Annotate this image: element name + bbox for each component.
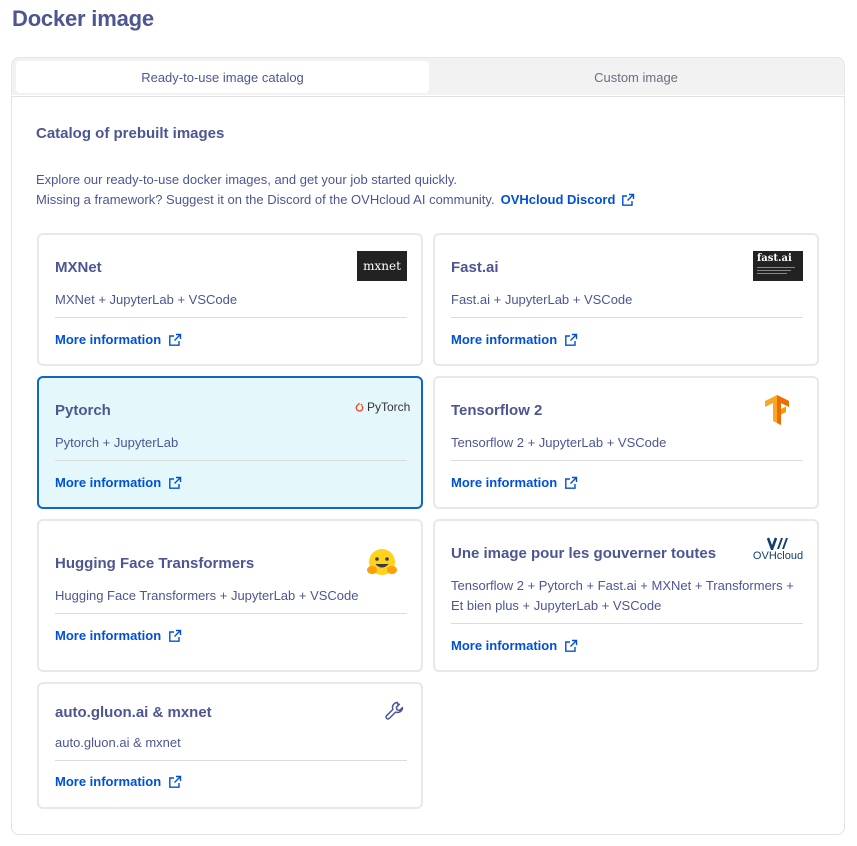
external-link-icon	[565, 333, 578, 346]
more-information-label: More information	[55, 475, 162, 490]
tagline-line	[757, 267, 795, 268]
pytorch-flame-icon	[355, 402, 364, 412]
card-description: MXNet + JupyterLab + VSCode	[55, 292, 238, 307]
image-card-all-in-one[interactable]: Une image pour les gouverner toutes OVHc…	[433, 519, 819, 672]
wrench-icon	[385, 701, 404, 720]
external-link-icon	[622, 193, 635, 206]
more-information-label: More information	[55, 774, 162, 789]
external-link-icon	[169, 476, 182, 489]
more-information-label: More information	[55, 332, 162, 347]
more-information-link[interactable]: More information	[55, 774, 182, 789]
external-link-icon	[169, 333, 182, 346]
card-divider	[451, 460, 803, 461]
page-title: Docker image	[12, 6, 154, 31]
catalog-intro: Explore our ready-to-use docker images, …	[36, 170, 635, 210]
tab-bar: Ready-to-use image catalog Custom image	[11, 57, 845, 95]
more-information-label: More information	[451, 332, 558, 347]
catalog-heading: Catalog of prebuilt images	[36, 125, 225, 142]
fastai-logo: fast.ai	[753, 251, 803, 281]
card-description: Tensorflow 2 + JupyterLab + VSCode	[451, 435, 667, 450]
external-link-icon	[565, 639, 578, 652]
card-description: Fast.ai + JupyterLab + VSCode	[451, 292, 633, 307]
external-link-icon	[169, 629, 182, 642]
discord-link-label: OVHcloud Discord	[500, 192, 616, 207]
more-information-link[interactable]: More information	[55, 332, 182, 347]
fastai-logo-text: fast.ai	[757, 253, 792, 264]
image-card-hugging-face[interactable]: Hugging Face Transformers Hugging Face T…	[37, 519, 423, 672]
image-card-tensorflow2[interactable]: Tensorflow 2 Tensorflow 2 + JupyterLab +…	[433, 376, 819, 509]
image-card-autogluon[interactable]: auto.gluon.ai & mxnet auto.gluon.ai & mx…	[37, 682, 423, 809]
more-information-link[interactable]: More information	[451, 332, 578, 347]
pytorch-logo: PyTorch	[355, 400, 410, 414]
tagline-line	[757, 273, 787, 274]
more-information-link[interactable]: More information	[55, 475, 182, 490]
tab-ready-to-use-catalog[interactable]: Ready-to-use image catalog	[16, 61, 429, 93]
card-description: Hugging Face Transformers + JupyterLab +…	[55, 588, 359, 603]
tensorflow-logo-icon	[765, 395, 789, 425]
card-title: auto.gluon.ai & mxnet	[55, 704, 212, 721]
card-description: auto.gluon.ai & mxnet	[55, 735, 181, 750]
pytorch-logo-text: PyTorch	[367, 400, 411, 414]
card-divider	[55, 460, 407, 461]
fastai-logo-tagline-lines	[757, 267, 799, 274]
card-title: Hugging Face Transformers	[55, 555, 255, 572]
mxnet-logo: mxnet	[357, 251, 407, 281]
image-card-fastai[interactable]: Fast.ai fast.ai Fast.ai + JupyterLab + V…	[433, 233, 819, 366]
ovhcloud-logo: OVHcloud	[751, 537, 805, 563]
card-title: Pytorch	[55, 402, 111, 419]
ovhcloud-mark-icon	[767, 537, 788, 550]
hugging-face-emoji-icon	[367, 549, 397, 575]
image-card-pytorch[interactable]: Pytorch PyTorch Pytorch + JupyterLab Mor…	[37, 376, 423, 509]
card-divider	[55, 317, 407, 318]
external-link-icon	[169, 775, 182, 788]
card-divider	[451, 317, 803, 318]
more-information-link[interactable]: More information	[451, 638, 578, 653]
image-card-mxnet[interactable]: MXNet mxnet MXNet + JupyterLab + VSCode …	[37, 233, 423, 366]
mxnet-logo-text: mxnet	[363, 259, 401, 273]
intro-line-1: Explore our ready-to-use docker images, …	[36, 172, 458, 187]
card-description: Tensorflow 2 + Pytorch + Fast.ai + MXNet…	[451, 578, 794, 613]
more-information-label: More information	[451, 638, 558, 653]
card-title: Tensorflow 2	[451, 402, 543, 419]
more-information-link[interactable]: More information	[55, 628, 182, 643]
discord-link[interactable]: OVHcloud Discord	[501, 190, 636, 210]
card-divider	[55, 613, 407, 614]
external-link-icon	[565, 476, 578, 489]
card-divider	[451, 623, 803, 624]
more-information-link[interactable]: More information	[451, 475, 578, 490]
intro-line-2-text: Missing a framework? Suggest it on the D…	[36, 192, 495, 207]
card-divider	[55, 760, 407, 761]
card-title: Fast.ai	[451, 259, 499, 276]
ovhcloud-logo-text: OVHcloud	[752, 550, 804, 562]
more-information-label: More information	[451, 475, 558, 490]
card-title: Une image pour les gouverner toutes	[451, 545, 717, 562]
tab-custom-image[interactable]: Custom image	[430, 61, 842, 93]
intro-line-2: Missing a framework? Suggest it on the D…	[36, 190, 635, 210]
more-information-label: More information	[55, 628, 162, 643]
card-description: Pytorch + JupyterLab	[55, 435, 179, 450]
tagline-line	[757, 270, 791, 271]
card-title: MXNet	[55, 259, 102, 276]
